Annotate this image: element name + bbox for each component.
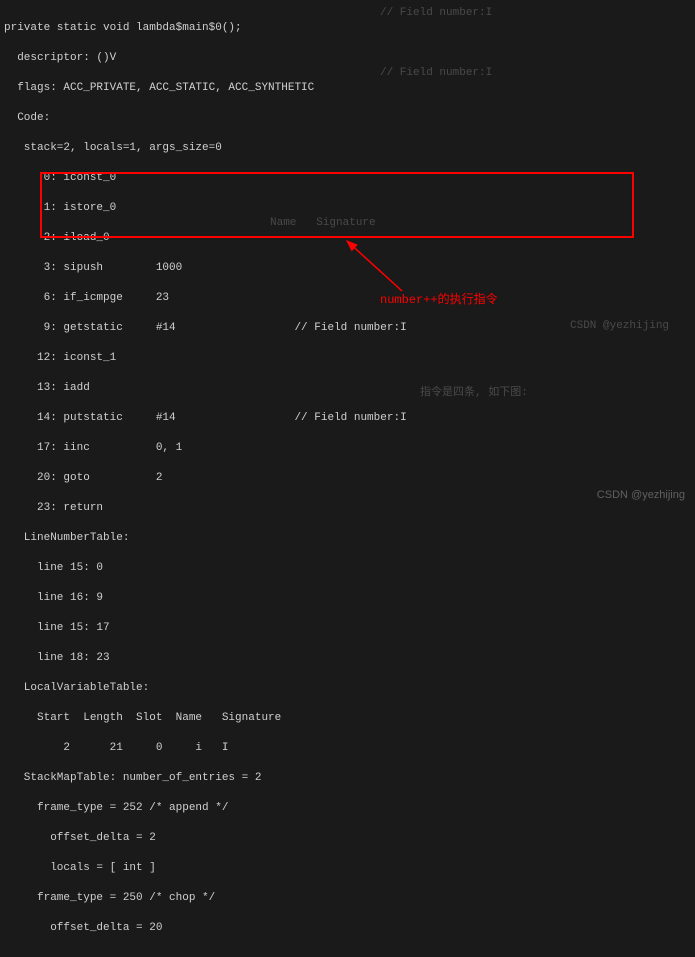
annotation-label: number++的执行指令 bbox=[380, 290, 498, 307]
code-line: 2: iload_0 bbox=[4, 231, 691, 246]
code-line: 6: if_icmpge 23 bbox=[4, 291, 691, 306]
code-line: stack=2, locals=1, args_size=0 bbox=[4, 141, 691, 156]
code-line: Code: bbox=[4, 111, 691, 126]
code-line: offset_delta = 2 bbox=[4, 831, 691, 846]
code-line: 0: iconst_0 bbox=[4, 171, 691, 186]
code-line: frame_type = 252 /* append */ bbox=[4, 801, 691, 816]
code-line: flags: ACC_PRIVATE, ACC_STATIC, ACC_SYNT… bbox=[4, 81, 691, 96]
code-line: locals = [ int ] bbox=[4, 861, 691, 876]
code-line: Start Length Slot Name Signature bbox=[4, 711, 691, 726]
code-line: line 15: 0 bbox=[4, 561, 691, 576]
code-line: 9: getstatic #14 // Field number:I bbox=[4, 321, 691, 336]
code-line: 2 21 0 i I bbox=[4, 741, 691, 756]
code-line: frame_type = 250 /* chop */ bbox=[4, 891, 691, 906]
code-line: line 16: 9 bbox=[4, 591, 691, 606]
code-line: private static void lambda$main$0(); bbox=[4, 21, 691, 36]
code-line: LineNumberTable: bbox=[4, 531, 691, 546]
code-line: 17: iinc 0, 1 bbox=[4, 441, 691, 456]
bytecode-listing: private static void lambda$main$0(); des… bbox=[0, 0, 695, 957]
code-line: 1: istore_0 bbox=[4, 201, 691, 216]
code-line: line 15: 17 bbox=[4, 621, 691, 636]
code-line: line 18: 23 bbox=[4, 651, 691, 666]
code-line: descriptor: ()V bbox=[4, 51, 691, 66]
code-line: LocalVariableTable: bbox=[4, 681, 691, 696]
code-line: 14: putstatic #14 // Field number:I bbox=[4, 411, 691, 426]
code-line: 13: iadd bbox=[4, 381, 691, 396]
code-line: StackMapTable: number_of_entries = 2 bbox=[4, 771, 691, 786]
code-line: 20: goto 2 bbox=[4, 471, 691, 486]
code-line: 3: sipush 1000 bbox=[4, 261, 691, 276]
watermark: CSDN @yezhijing bbox=[597, 489, 685, 501]
code-line: offset_delta = 20 bbox=[4, 921, 691, 936]
code-line: 12: iconst_1 bbox=[4, 351, 691, 366]
